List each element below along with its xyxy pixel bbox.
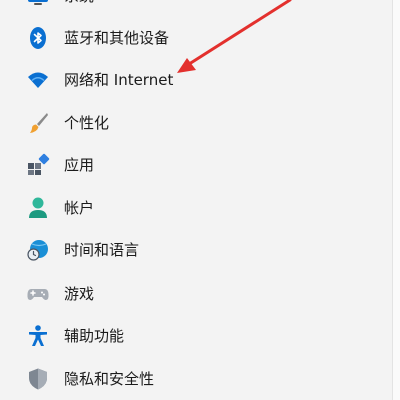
sidebar-item-system[interactable]: 系统 [20, 0, 380, 14]
time-language-icon [26, 238, 50, 262]
sidebar-item-label: 系统 [64, 0, 94, 6]
apps-icon [26, 153, 50, 177]
brush-icon [26, 111, 50, 135]
sidebar-item-gaming[interactable]: 游戏 [20, 276, 380, 312]
sidebar-item-time-language[interactable]: 时间和语言 [20, 232, 380, 268]
sidebar-item-accounts[interactable]: 帐户 [20, 190, 380, 226]
wifi-icon [26, 68, 50, 92]
sidebar-item-label: 时间和语言 [64, 241, 140, 259]
system-icon [26, 0, 50, 8]
sidebar-item-label: 隐私和安全性 [64, 370, 155, 388]
sidebar-item-accessibility[interactable]: 辅助功能 [20, 318, 380, 354]
sidebar-item-label: 帐户 [64, 199, 95, 217]
sidebar-item-privacy-security[interactable]: 隐私和安全性 [20, 361, 380, 397]
sidebar-item-label: 网络和 Internet [64, 71, 174, 89]
sidebar-item-label: 应用 [64, 156, 95, 174]
shield-icon [26, 367, 50, 391]
sidebar-item-bluetooth[interactable]: 蓝牙和其他设备 [20, 20, 380, 56]
sidebar-item-label: 蓝牙和其他设备 [64, 29, 170, 47]
accessibility-icon [26, 324, 50, 348]
settings-sidebar: 系统 蓝牙和其他设备 网络和 Internet 个性化 [0, 0, 392, 400]
sidebar-item-apps[interactable]: 应用 [20, 147, 380, 183]
bluetooth-icon [26, 26, 50, 50]
gamepad-icon [26, 282, 50, 306]
sidebar-item-personalization[interactable]: 个性化 [20, 105, 380, 141]
content-pane-edge [392, 0, 400, 400]
sidebar-item-label: 游戏 [64, 285, 95, 303]
account-icon [26, 196, 50, 220]
sidebar-item-network[interactable]: 网络和 Internet [20, 62, 380, 98]
sidebar-item-label: 个性化 [64, 114, 110, 132]
sidebar-item-label: 辅助功能 [64, 327, 125, 345]
